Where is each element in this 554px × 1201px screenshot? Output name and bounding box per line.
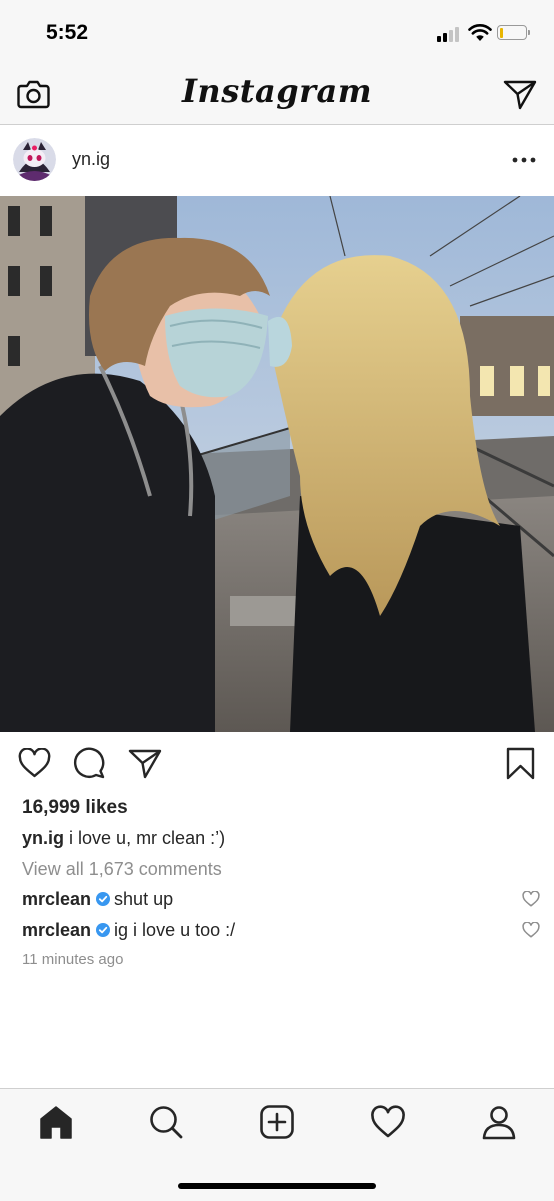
profile-icon[interactable]	[481, 1104, 517, 1140]
comment-text: shut up	[114, 889, 174, 909]
view-all-comments-link[interactable]: View all 1,673 comments	[22, 859, 222, 880]
search-icon[interactable]	[148, 1104, 184, 1140]
battery-tip	[528, 30, 530, 35]
caption: yn.ig i love u, mr clean :’)	[22, 828, 225, 849]
bookmark-icon[interactable]	[506, 747, 535, 780]
home-icon[interactable]	[38, 1104, 74, 1140]
like-count[interactable]: 16,999 likes	[22, 797, 128, 819]
comment: mrclean shut up	[22, 889, 173, 910]
comment: mrclean ig i love u too :/	[22, 920, 235, 941]
comment-like-icon[interactable]	[522, 922, 540, 938]
direct-message-icon[interactable]	[503, 79, 537, 110]
battery-level	[499, 27, 503, 38]
wifi-icon	[468, 24, 492, 41]
like-icon[interactable]	[18, 748, 51, 778]
status-bar: 5:52	[0, 0, 554, 62]
activity-icon[interactable]	[370, 1104, 406, 1140]
comment-username[interactable]: mrclean	[22, 889, 91, 909]
status-time: 5:52	[46, 21, 89, 44]
caption-username[interactable]: yn.ig	[22, 828, 64, 848]
share-icon[interactable]	[128, 748, 162, 779]
top-navigation-bar: Instagram	[0, 62, 554, 125]
new-post-icon[interactable]	[259, 1104, 295, 1140]
verified-badge-icon	[96, 923, 111, 937]
comment-icon[interactable]	[73, 747, 106, 779]
verified-badge-icon	[96, 892, 111, 906]
battery-icon	[497, 25, 527, 40]
comment-username[interactable]: mrclean	[22, 920, 91, 940]
comment-text: ig i love u too :/	[114, 920, 236, 940]
post-photo[interactable]	[0, 196, 554, 732]
cellular-signal-icon	[437, 26, 463, 42]
post-actions	[0, 732, 554, 794]
post-username[interactable]: yn.ig	[72, 149, 110, 170]
profile-avatar[interactable]	[13, 138, 56, 181]
more-options-icon[interactable]	[512, 157, 536, 163]
post-header: yn.ig	[0, 125, 554, 195]
instagram-logo[interactable]: Instagram	[0, 72, 554, 110]
post-timestamp: 11 minutes ago	[22, 951, 124, 968]
comment-like-icon[interactable]	[522, 891, 540, 907]
home-indicator[interactable]	[178, 1183, 376, 1189]
caption-text: i love u, mr clean :’)	[69, 828, 226, 848]
